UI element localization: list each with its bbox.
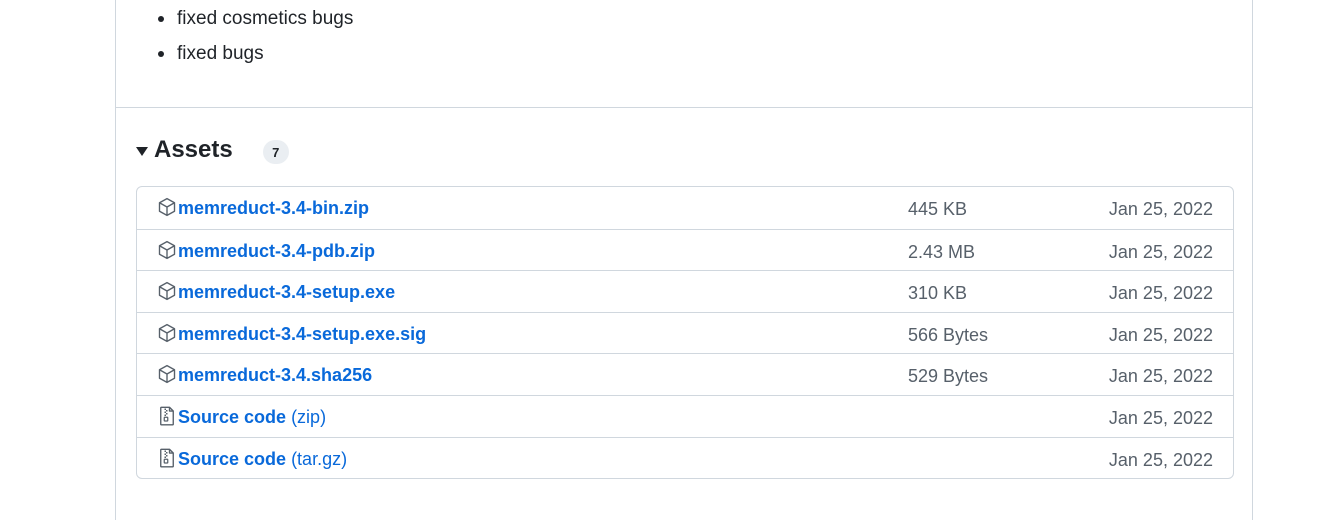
- asset-size: 310 KB: [908, 283, 968, 304]
- asset-row: Source code (tar.gz) Jan 25, 2022: [137, 436, 1233, 479]
- asset-row: memreduct-3.4-setup.exe 310 KB Jan 25, 2…: [137, 270, 1233, 312]
- asset-size: 566 Bytes: [908, 324, 989, 345]
- asset-date: Jan 25, 2022: [1108, 241, 1213, 262]
- asset-date: Jan 25, 2022: [1108, 199, 1213, 219]
- release-panel: fixed cosmetics bugs fixed bugs Assets 7…: [115, 0, 1253, 520]
- release-notes: fixed cosmetics bugs fixed bugs: [116, 0, 1252, 108]
- asset-format-suffix: (tar.gz): [291, 448, 348, 469]
- asset-name: memreduct-3.4-setup.exe: [178, 282, 396, 303]
- asset-name: memreduct-3.4-bin.zip: [178, 198, 370, 218]
- asset-name: memreduct-3.4-setup.exe.sig: [178, 323, 427, 344]
- asset-size: 2.43 MB: [908, 241, 976, 262]
- asset-name: Source code: [178, 406, 287, 427]
- asset-link[interactable]: memreduct-3.4-setup.exe.sig: [178, 324, 426, 345]
- assets-list: memreduct-3.4-bin.zip 445 KB Jan 25, 202…: [136, 186, 1234, 480]
- file-zip-icon: [157, 448, 177, 468]
- asset-row: Source code (zip) Jan 25, 2022: [137, 394, 1233, 437]
- asset-date: Jan 25, 2022: [1108, 324, 1213, 345]
- asset-link[interactable]: memreduct-3.4-setup.exe: [178, 282, 395, 303]
- asset-size: 529 Bytes: [908, 366, 989, 387]
- asset-date: Jan 25, 2022: [1108, 449, 1213, 470]
- asset-name: Source code: [178, 448, 287, 469]
- file-zip-icon: [157, 406, 177, 426]
- asset-format-suffix: (zip): [291, 406, 327, 427]
- package-icon: [157, 240, 177, 260]
- asset-date: Jan 25, 2022: [1108, 407, 1213, 428]
- package-icon: [157, 281, 177, 301]
- asset-row: memreduct-3.4.sha256 529 Bytes Jan 25, 2…: [137, 353, 1233, 395]
- asset-name: memreduct-3.4.sha256: [178, 365, 373, 386]
- asset-link[interactable]: memreduct-3.4-pdb.zip: [178, 241, 375, 262]
- assets-title: Assets: [154, 136, 233, 163]
- package-icon: [157, 197, 177, 217]
- release-note-item: fixed bugs: [158, 43, 264, 64]
- asset-link[interactable]: memreduct-3.4-bin.zip: [178, 198, 369, 219]
- asset-name: memreduct-3.4-pdb.zip: [178, 240, 376, 261]
- asset-link[interactable]: Source code (tar.gz): [178, 449, 347, 470]
- release-note-item: fixed cosmetics bugs: [157, 8, 354, 29]
- asset-link[interactable]: Source code (zip): [178, 407, 326, 428]
- asset-row: memreduct-3.4-bin.zip 445 KB Jan 25, 202…: [137, 187, 1233, 229]
- asset-row: memreduct-3.4-pdb.zip 2.43 MB Jan 25, 20…: [137, 228, 1233, 271]
- asset-date: Jan 25, 2022: [1108, 366, 1213, 387]
- asset-date: Jan 25, 2022: [1108, 283, 1213, 304]
- asset-link[interactable]: memreduct-3.4.sha256: [178, 365, 372, 386]
- asset-size: 445 KB: [908, 199, 968, 219]
- caret-down-icon: [136, 146, 148, 156]
- assets-count-badge: 7: [262, 140, 289, 164]
- assets-toggle[interactable]: Assets 7: [136, 134, 289, 166]
- package-icon: [157, 323, 177, 343]
- asset-row: memreduct-3.4-setup.exe.sig 566 Bytes Ja…: [137, 311, 1233, 354]
- package-icon: [157, 364, 177, 384]
